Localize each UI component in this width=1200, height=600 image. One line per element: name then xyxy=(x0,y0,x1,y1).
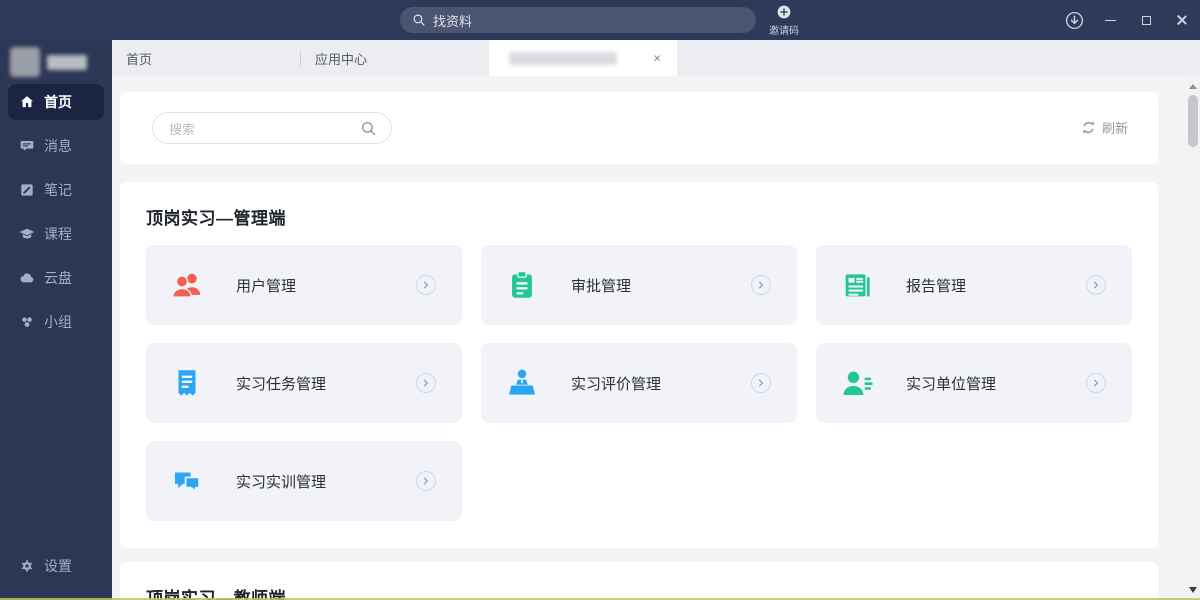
tab-app-center[interactable]: 应用中心 xyxy=(301,40,489,76)
minimize-button[interactable] xyxy=(1100,10,1120,30)
invite-code-button[interactable]: 邀请码 xyxy=(760,4,808,37)
sidebar-item-groups[interactable]: 小组 xyxy=(8,304,104,340)
app-logo xyxy=(10,46,87,78)
users-icon xyxy=(170,268,204,302)
sidebar-item-cloud[interactable]: 云盘 xyxy=(8,260,104,296)
sidebar-item-settings[interactable]: 设置 xyxy=(8,548,104,584)
global-search-placeholder: 找资料 xyxy=(433,11,472,30)
app-card[interactable]: 审批管理 xyxy=(481,245,797,325)
scroll-down-arrow-icon[interactable] xyxy=(1189,587,1197,593)
card-label: 报告管理 xyxy=(906,275,966,296)
blurred-logo-mark xyxy=(10,47,40,77)
sidebar-item-label: 消息 xyxy=(44,136,72,156)
chevron-right-icon[interactable] xyxy=(751,373,771,393)
app-window: 找资料 邀请码 首页消息笔记课程云盘小组 设置 首页 应用中心 × 搜索 xyxy=(0,0,1200,600)
sidebar-item-home[interactable]: 首页 xyxy=(8,84,104,120)
maximize-icon xyxy=(1142,16,1151,25)
search-icon xyxy=(412,13,426,27)
task-icon xyxy=(170,366,204,400)
close-icon xyxy=(1176,14,1188,26)
card-label: 实习实训管理 xyxy=(236,471,326,492)
tab-label: 应用中心 xyxy=(315,49,367,68)
sidebar: 首页消息笔记课程云盘小组 设置 xyxy=(0,40,112,600)
close-button[interactable] xyxy=(1172,10,1192,30)
app-card[interactable]: 实习实训管理 xyxy=(146,441,462,521)
card-label: 实习任务管理 xyxy=(236,373,326,394)
report-icon xyxy=(840,268,874,302)
section-teacher: 顶岗实习—教师端 xyxy=(120,562,1158,600)
sidebar-nav: 首页消息笔记课程云盘小组 xyxy=(0,84,112,348)
tab-home[interactable]: 首页 xyxy=(112,40,300,76)
sidebar-item-notes[interactable]: 笔记 xyxy=(8,172,104,208)
search-icon xyxy=(360,120,377,137)
app-card[interactable]: 用户管理 xyxy=(146,245,462,325)
tab-current[interactable]: × xyxy=(489,40,677,76)
evaluation-icon xyxy=(505,366,539,400)
chevron-right-icon[interactable] xyxy=(416,275,436,295)
sidebar-item-messages[interactable]: 消息 xyxy=(8,128,104,164)
minimize-icon xyxy=(1105,20,1116,21)
sidebar-item-label: 云盘 xyxy=(44,268,72,288)
tab-label: 首页 xyxy=(126,49,152,68)
cloud-icon xyxy=(19,270,35,286)
global-search-input[interactable]: 找资料 xyxy=(400,7,756,33)
card-grid: 用户管理 审批管理 报告管理实习任务管理 实习评价管理 实习单位管理实习实训管理 xyxy=(146,245,1132,521)
card-label: 实习单位管理 xyxy=(906,373,996,394)
app-card[interactable]: 实习单位管理 xyxy=(816,343,1132,423)
card-label: 审批管理 xyxy=(571,275,631,296)
training-icon xyxy=(170,464,204,498)
content-area: 搜索 刷新 顶岗实习—管理端 用户管理审批管理报告管理实习任务管理实习评价管理实… xyxy=(112,76,1200,600)
scrollbar-thumb[interactable] xyxy=(1188,95,1198,147)
sidebar-item-label: 小组 xyxy=(44,312,72,332)
search-input[interactable]: 搜索 xyxy=(152,112,392,144)
app-card[interactable]: 报告管理 xyxy=(816,245,1132,325)
gear-icon xyxy=(19,558,35,574)
sidebar-item-label: 设置 xyxy=(44,556,72,576)
sidebar-item-courses[interactable]: 课程 xyxy=(8,216,104,252)
clipboard-icon xyxy=(505,268,539,302)
chevron-right-icon[interactable] xyxy=(1086,373,1106,393)
topbar: 找资料 邀请码 xyxy=(0,0,1200,40)
chevron-right-icon[interactable] xyxy=(416,471,436,491)
sidebar-bottom: 设置 xyxy=(0,548,112,584)
course-icon xyxy=(19,226,35,242)
download-button[interactable] xyxy=(1064,10,1084,30)
window-controls xyxy=(1064,0,1192,40)
section-admin: 顶岗实习—管理端 用户管理 审批管理 报告管理实习任务管理 实习评价管理 实习单位管理实… xyxy=(120,182,1158,548)
chevron-right-icon[interactable] xyxy=(416,373,436,393)
section-title: 顶岗实习—管理端 xyxy=(146,204,1132,229)
refresh-button[interactable]: 刷新 xyxy=(1081,118,1128,137)
blurred-logo-text xyxy=(47,55,87,70)
app-card[interactable]: 实习评价管理 xyxy=(481,343,797,423)
app-card[interactable]: 实习任务管理 xyxy=(146,343,462,423)
search-panel: 搜索 刷新 xyxy=(120,92,1158,164)
card-label: 实习评价管理 xyxy=(571,373,661,394)
card-label: 用户管理 xyxy=(236,275,296,296)
home-icon xyxy=(19,94,35,110)
sidebar-item-label: 课程 xyxy=(44,224,72,244)
sidebar-item-label: 笔记 xyxy=(44,180,72,200)
scrollbar[interactable] xyxy=(1186,76,1200,600)
refresh-label: 刷新 xyxy=(1102,118,1128,137)
chat-icon xyxy=(19,138,35,154)
group-icon xyxy=(19,314,35,330)
chevron-right-icon[interactable] xyxy=(751,275,771,295)
note-icon xyxy=(19,182,35,198)
close-tab-icon[interactable]: × xyxy=(653,52,661,65)
blurred-tab-label xyxy=(509,52,617,65)
download-icon xyxy=(1065,11,1084,30)
scroll-up-arrow-icon[interactable] xyxy=(1189,84,1197,89)
sidebar-item-label: 首页 xyxy=(44,92,72,112)
chevron-right-icon[interactable] xyxy=(1086,275,1106,295)
tab-bar: 首页 应用中心 × xyxy=(112,40,1200,76)
refresh-icon xyxy=(1081,120,1096,135)
maximize-button[interactable] xyxy=(1136,10,1156,30)
plus-circle-icon xyxy=(776,4,792,20)
company-icon xyxy=(840,366,874,400)
search-placeholder: 搜索 xyxy=(169,119,360,138)
invite-code-label: 邀请码 xyxy=(769,22,799,37)
